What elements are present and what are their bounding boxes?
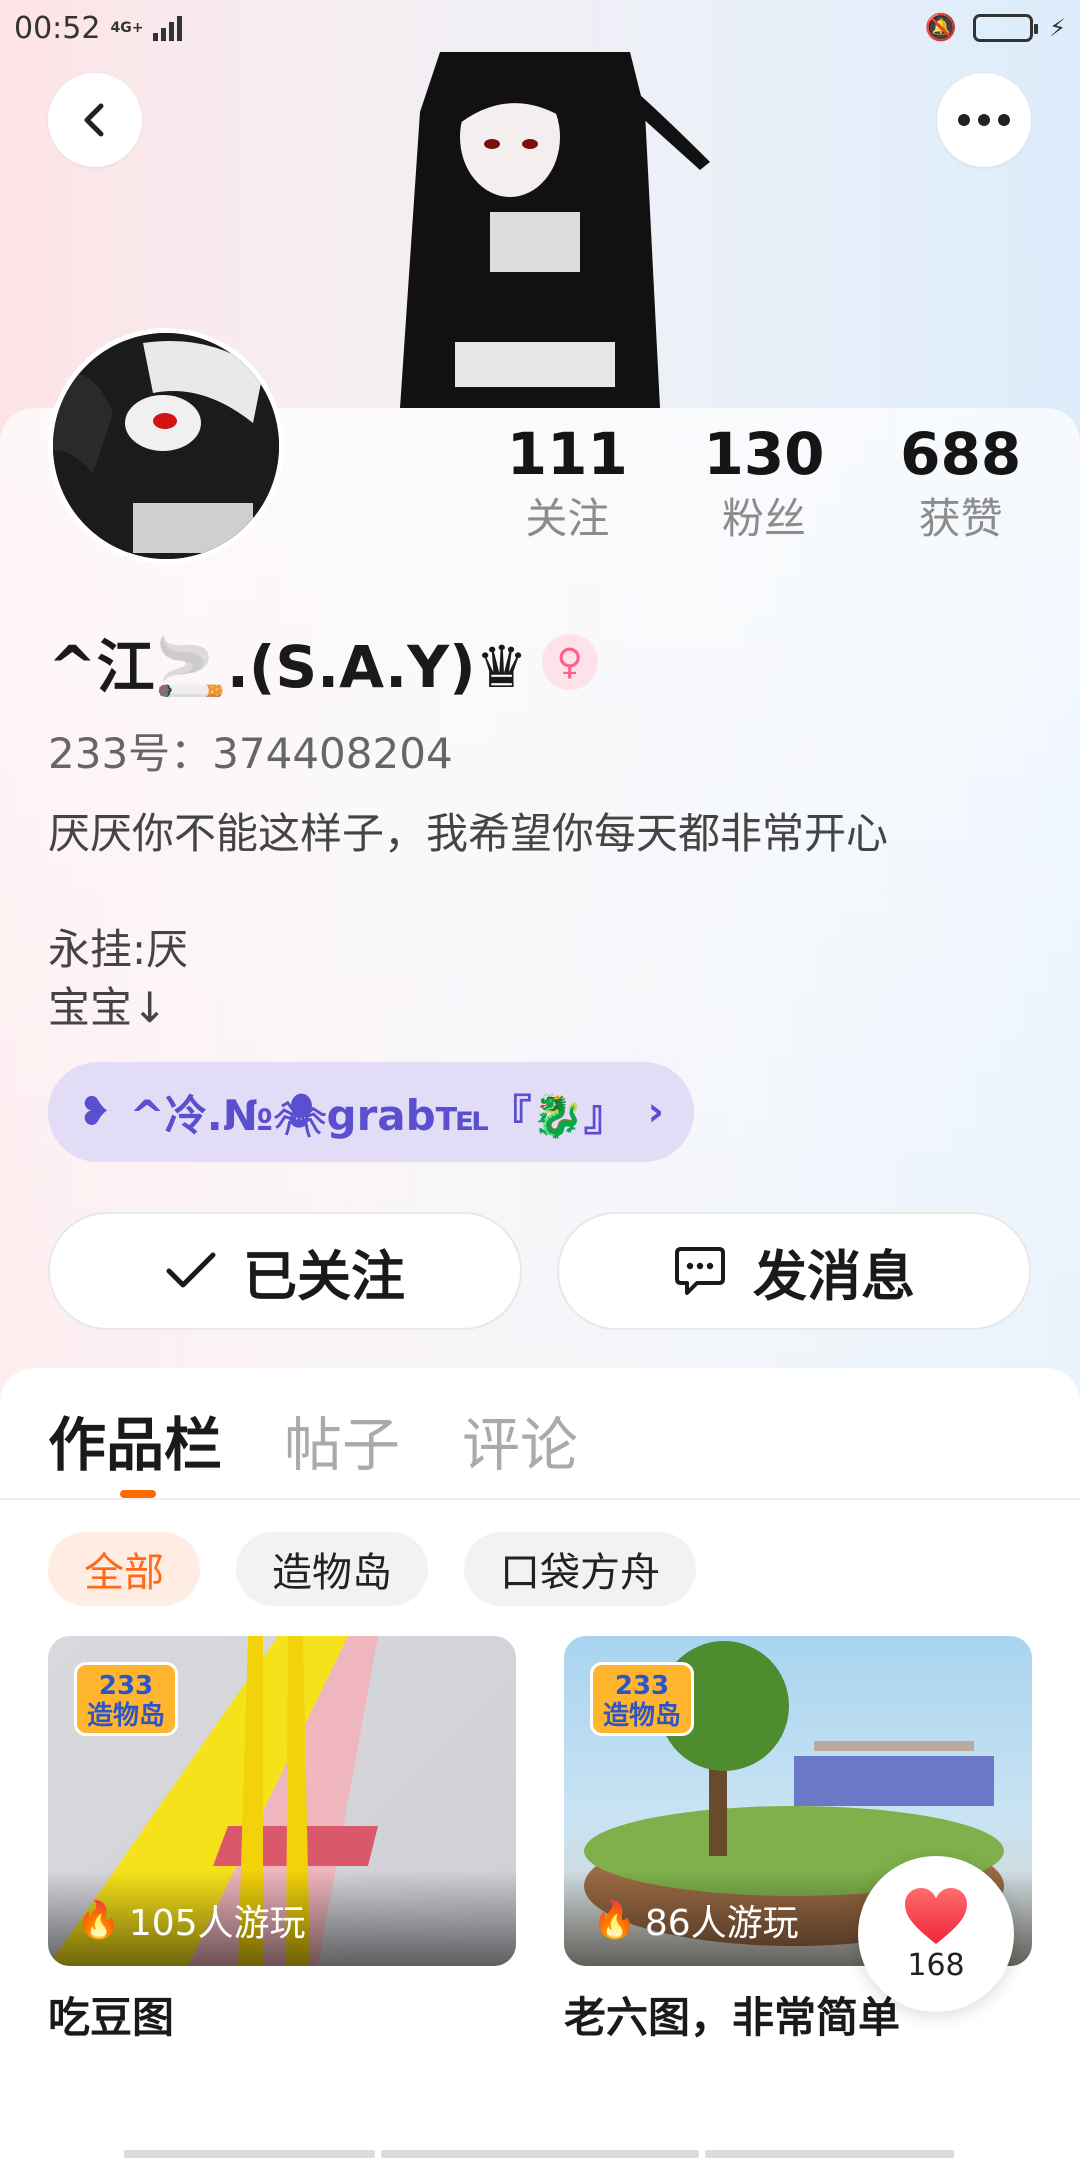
more-horizontal-icon <box>958 114 1010 126</box>
stat-value: 130 <box>703 420 825 488</box>
check-icon <box>166 1252 216 1288</box>
play-count-text: 105人游玩 <box>128 1903 306 1944</box>
female-gender-icon: ♀ <box>541 634 598 690</box>
profile-tabs: 作品栏 帖子 评论 <box>48 1398 578 1482</box>
stat-value: 688 <box>900 420 1022 488</box>
tab-comments[interactable]: 评论 <box>462 1398 578 1482</box>
flame-icon: 🔥 <box>592 1900 637 1941</box>
send-message-label: 发消息 <box>753 1244 915 1308</box>
following-button[interactable]: 已关注 <box>48 1212 522 1330</box>
status-time: 00:52 <box>14 10 101 46</box>
avatar-image <box>53 333 279 559</box>
network-type: 4G+ <box>110 20 144 36</box>
stat-likes[interactable]: 688 获赞 <box>861 418 1060 548</box>
heart-icon <box>905 1887 967 1944</box>
clan-name: ^冷.№🕷grab℡『🐉』 <box>129 1090 626 1140</box>
filter-chips: 全部 造物岛 口袋方舟 <box>48 1532 696 1606</box>
logo-line: 造物岛 <box>86 1701 165 1731</box>
play-count-text: 86人游玩 <box>644 1903 799 1944</box>
charging-icon: ⚡ <box>1049 14 1066 42</box>
tab-active-indicator <box>120 1490 156 1498</box>
stat-label: 粉丝 <box>722 494 807 543</box>
vibrate-bell-icon: 🔕 <box>924 13 958 43</box>
battery-icon <box>973 14 1039 42</box>
bio-text: 厌厌你不能这样子，我希望你每天都非常开心 永挂:厌 宝宝↓ <box>48 809 889 1032</box>
avatar[interactable] <box>48 328 284 564</box>
nickname-text: ^江🚬.(S.A.Y)♛ <box>48 633 528 701</box>
send-message-button[interactable]: 发消息 <box>557 1212 1031 1330</box>
stat-value: 111 <box>506 420 628 488</box>
like-count: 168 <box>907 1947 965 1983</box>
more-button[interactable] <box>937 73 1031 167</box>
back-button[interactable] <box>48 73 142 167</box>
logo-line: 233 <box>98 1671 154 1701</box>
stat-label: 关注 <box>525 494 610 543</box>
following-label: 已关注 <box>243 1244 405 1308</box>
work-card[interactable]: 233 造物岛 🔥 105人游玩 吃豆图 <box>48 1636 516 2045</box>
tab-posts[interactable]: 帖子 <box>284 1398 400 1482</box>
work-title[interactable]: 吃豆图 <box>48 1984 516 2045</box>
work-thumbnail[interactable]: 233 造物岛 🔥 105人游玩 <box>48 1636 516 1966</box>
works-section: 作品栏 帖子 评论 全部 造物岛 口袋方舟 233 造物岛 🔥 105人游玩 吃… <box>0 1368 1080 2160</box>
chevron-left-icon <box>84 103 104 137</box>
filter-chip-all[interactable]: 全部 <box>48 1532 200 1606</box>
profile-character-art <box>400 52 710 408</box>
status-left: 00:52 4G+ <box>14 10 183 46</box>
like-button[interactable]: 168 <box>858 1856 1014 2012</box>
flame-icon: 🔥 <box>76 1900 121 1941</box>
status-bar: 00:52 4G+ 🔕 ⚡ <box>0 0 1080 56</box>
creation-island-logo: 233 造物岛 <box>590 1662 694 1736</box>
status-right: 🔕 ⚡ <box>925 13 1066 43</box>
logo-line: 233 <box>614 1671 670 1701</box>
user-id: 233号：374408204 <box>48 729 453 778</box>
tab-works[interactable]: 作品栏 <box>48 1398 222 1482</box>
bottom-scroll-bar <box>124 2150 954 2158</box>
play-count: 🔥 86人游玩 <box>592 1894 799 1946</box>
logo-line: 造物岛 <box>602 1701 681 1731</box>
clan-link[interactable]: ❥ ^冷.№🕷grab℡『🐉』 › <box>48 1062 694 1162</box>
stat-following[interactable]: 111 关注 <box>468 418 667 548</box>
filter-chip-creation-island[interactable]: 造物岛 <box>236 1532 428 1606</box>
tab-divider <box>0 1498 1080 1500</box>
creation-island-logo: 233 造物岛 <box>74 1662 178 1736</box>
stat-label: 获赞 <box>918 494 1003 543</box>
play-count: 🔥 105人游玩 <box>76 1894 306 1946</box>
stat-followers[interactable]: 130 粉丝 <box>665 418 864 548</box>
hearts-icon: ❥ <box>78 1089 112 1135</box>
signal-icon <box>153 15 183 41</box>
chevron-right-icon: › <box>647 1089 664 1135</box>
chat-bubble-icon <box>675 1247 725 1295</box>
filter-chip-pocket-ark[interactable]: 口袋方舟 <box>464 1532 696 1606</box>
nickname: ^江🚬.(S.A.Y)♛ ♀ <box>48 620 598 704</box>
profile-stats: 111 关注 130 粉丝 688 获赞 <box>470 418 1060 548</box>
